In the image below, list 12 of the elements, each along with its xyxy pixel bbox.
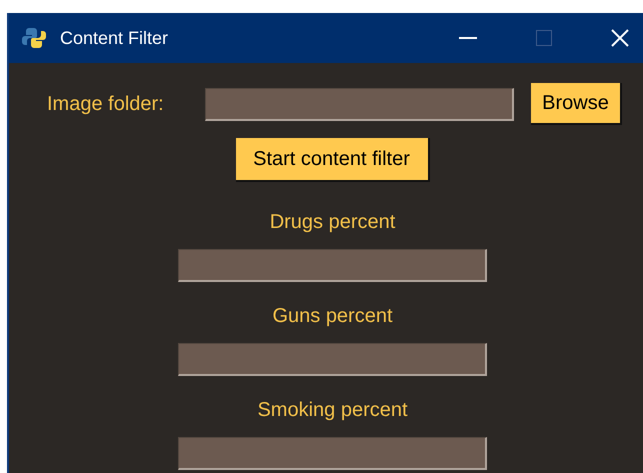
percent-label: Drugs percent <box>270 210 396 234</box>
percent-label: Guns percent <box>272 304 393 328</box>
percent-field[interactable] <box>178 343 487 376</box>
browse-button[interactable]: Browse <box>531 83 622 125</box>
folder-field[interactable] <box>205 88 514 120</box>
percent-field[interactable] <box>178 437 487 470</box>
percent-field[interactable] <box>178 249 487 282</box>
start-button[interactable]: Start content filter <box>236 138 430 182</box>
window-title: Content Filter <box>60 28 168 48</box>
percent-label: Smoking percent <box>257 398 408 422</box>
folder-label: Image folder: <box>47 92 165 116</box>
app-logo-icon <box>22 26 46 50</box>
